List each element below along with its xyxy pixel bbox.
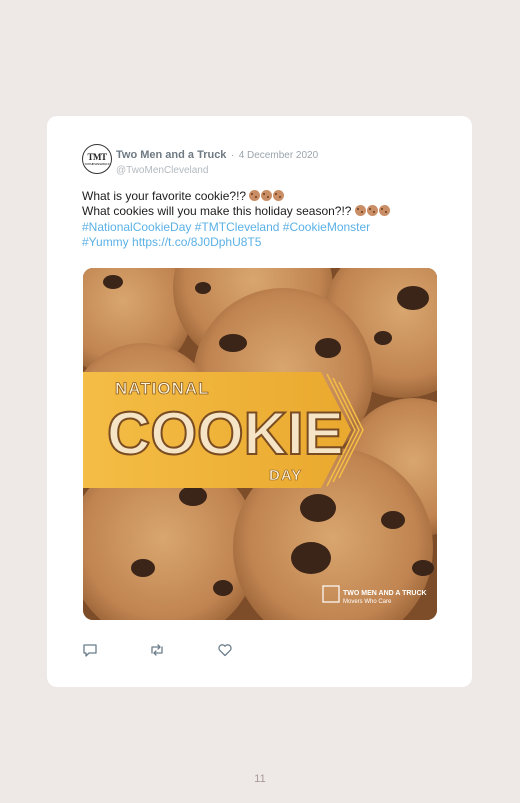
retweet-icon[interactable]	[149, 642, 165, 658]
tweet-date[interactable]: 4 December 2020	[239, 150, 319, 161]
hashtag-link[interactable]: #TMTCleveland	[195, 220, 280, 234]
cookie-photo: NATIONAL COOKIE DAY TWO MEN AND A TRUCK …	[83, 268, 437, 620]
cookie-emoji-icon	[249, 190, 261, 201]
hashtag-link[interactable]: #NationalCookieDay	[82, 220, 191, 234]
tweet-line-1: What is your favorite cookie?!?	[82, 189, 442, 204]
tweet-question-2: What cookies will you make this holiday …	[82, 204, 352, 219]
hashtag-link[interactable]: #CookieMonster	[283, 220, 370, 234]
heart-icon[interactable]	[217, 642, 233, 658]
avatar[interactable]: TMT TWO MEN AND A TRUCK	[82, 144, 112, 174]
cookie-emoji-icon	[354, 205, 366, 217]
cookie-emoji-icon	[366, 205, 378, 217]
cookie-emoji-icon	[378, 205, 390, 217]
tweet-line-4: #Yummy https://t.co/8J0DphU8T5	[82, 235, 442, 250]
author-handle[interactable]: @TwoMenCleveland	[116, 165, 318, 176]
tweet-line-3: #NationalCookieDay #TMTCleveland #Cookie…	[82, 220, 442, 235]
reply-icon[interactable]	[82, 642, 98, 658]
avatar-logo: TMT TWO MEN AND A TRUCK	[84, 151, 110, 166]
cookie-emoji-icon	[273, 190, 285, 201]
separator: ·	[230, 150, 235, 161]
watermark-tagline: Movers Who Care	[343, 599, 392, 605]
tweet-line-2: What cookies will you make this holiday …	[82, 204, 442, 219]
hashtag-link[interactable]: #Yummy	[82, 235, 129, 249]
watermark-brand: TWO MEN AND A TRUCK	[343, 590, 427, 597]
short-link[interactable]: https://t.co/8J0DphU8T5	[132, 235, 261, 249]
banner-line-1: NATIONAL	[115, 379, 210, 398]
avatar-text: TMT	[87, 151, 107, 162]
tweet-media-image[interactable]: NATIONAL COOKIE DAY TWO MEN AND A TRUCK …	[83, 268, 437, 620]
page-number: 11	[254, 773, 266, 785]
tweet-text: What is your favorite cookie?!? What coo…	[82, 189, 442, 250]
cookie-emoji-icon	[261, 190, 273, 201]
author-info: Two Men and a Truck · 4 December 2020 @T…	[116, 145, 318, 176]
tweet-card: TMT TWO MEN AND A TRUCK Two Men and a Tr…	[47, 116, 472, 687]
tweet-question-1: What is your favorite cookie?!?	[82, 189, 247, 203]
avatar-subtext: TWO MEN AND A TRUCK	[84, 161, 110, 166]
banner-line-3: DAY	[269, 467, 302, 484]
banner-line-2: COOKIE	[107, 400, 344, 467]
author-name[interactable]: Two Men and a Truck	[116, 149, 226, 161]
